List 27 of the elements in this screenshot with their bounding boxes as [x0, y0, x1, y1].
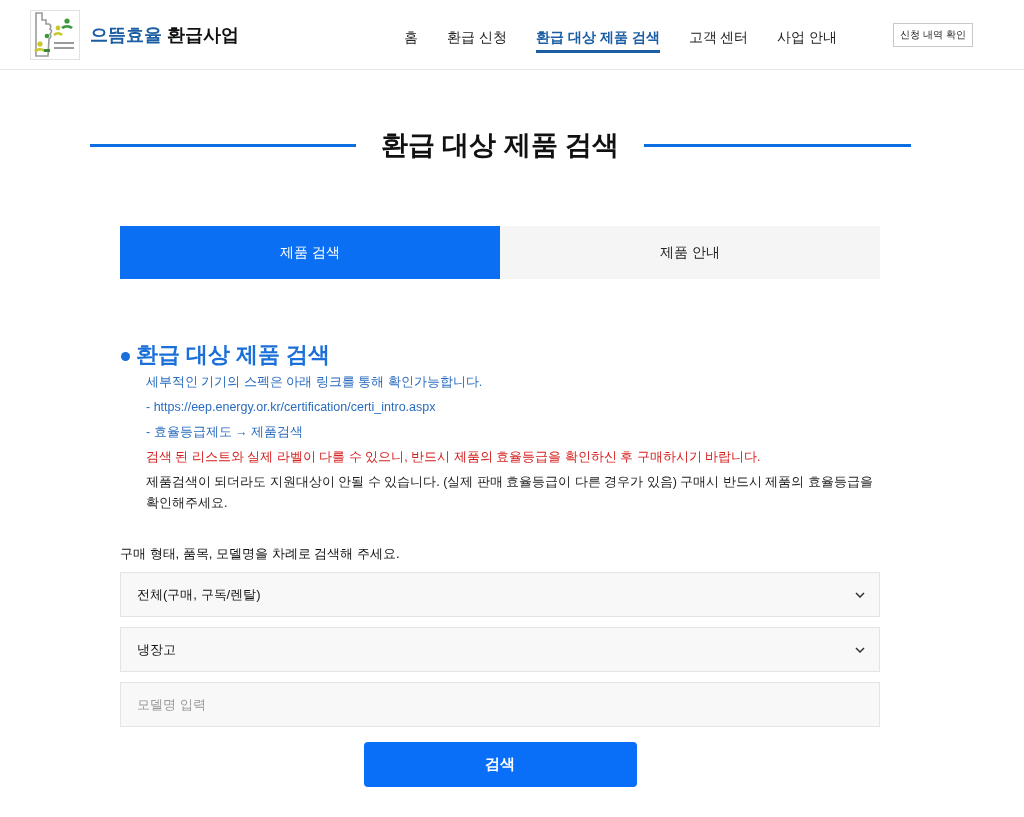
nav-link[interactable]: 환급 대상 제품 검색	[535, 22, 660, 53]
chevron-down-icon	[855, 591, 865, 598]
chevron-down-icon	[855, 646, 865, 653]
note-text: 세부적인 기기의 스펙은 아래 링크를 통해 확인가능합니다.	[146, 374, 484, 391]
history-button[interactable]: 신청 내역 확인	[893, 22, 973, 47]
nav-link[interactable]: 홈	[404, 22, 418, 53]
bullet-icon	[121, 351, 130, 361]
instruction-text: 구매 형태, 품목, 모델명을 차례로 검색해 주세요.	[120, 545, 401, 563]
select-dropdown[interactable]: 전체(구매, 구독/렌탈)	[120, 572, 880, 617]
tab[interactable]: 제품 안내	[500, 226, 880, 279]
note-text: - 효율등급제도 → 제품검색	[146, 424, 305, 441]
nav-link[interactable]: 사업 안내	[777, 22, 838, 53]
tab[interactable]: 제품 검색	[120, 226, 500, 279]
select-dropdown[interactable]: 냉장고	[120, 627, 880, 672]
note-text: 검색 된 리스트와 실제 라벨이 다를 수 있으니, 반드시 제품의 효율등급을 확인하신 후 구매하시기 바랍니다.	[146, 449, 762, 466]
note-text: 제품검색이 되더라도 지원대상이 안될 수 있습니다. (실제 판매 효율등급이 다른 경우가 있음) 구매시 반드시 제품의 효율등급을 확인해주세요.	[146, 474, 874, 512]
nav-link[interactable]: 환급 신청	[447, 22, 507, 53]
note-text: - https://eep.energy.or.kr/certification/certi_intro.aspx	[146, 399, 437, 416]
search-button[interactable]: 검색	[363, 742, 637, 787]
select-value: 전체(구매, 구독/렌탈)	[137, 585, 261, 604]
select-value: 냉장고	[137, 640, 176, 659]
logo-icon[interactable]	[30, 9, 80, 60]
section-title: 환급 대상 제품 검색	[136, 341, 331, 369]
page-title: 환급 대상 제품 검색	[380, 129, 620, 162]
brand-name[interactable]: 으뜸효율 환급사업	[90, 22, 239, 47]
nav-link[interactable]: 고객 센터	[688, 22, 749, 53]
model-input-field[interactable]: 모델명 입력	[120, 682, 880, 727]
